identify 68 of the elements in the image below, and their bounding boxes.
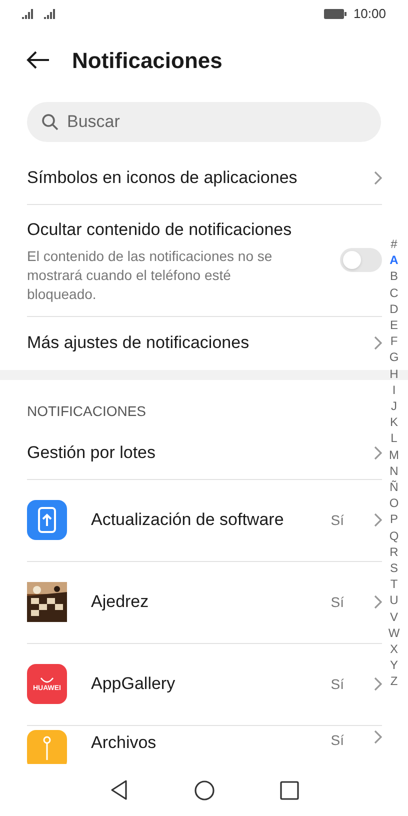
row-label: Gestión por lotes [27,442,156,464]
status-value: Sí [330,510,344,530]
index-letter[interactable]: F [390,333,398,350]
index-letter[interactable]: M [389,446,399,463]
chevron-icon [374,171,382,185]
index-letter[interactable]: K [390,414,398,430]
index-letter[interactable]: T [390,576,398,592]
index-letter[interactable]: R [390,544,398,560]
chevron-icon [374,513,382,527]
app-name: AppGallery [91,673,176,696]
chevron-icon [374,595,382,609]
chevron-icon [374,730,382,744]
index-letter[interactable]: L [390,430,398,447]
chevron-icon [374,446,382,460]
index-letter[interactable]: W [388,624,400,642]
index-letter[interactable]: G [389,349,399,366]
app-name: Actualización de software [91,509,285,532]
phone-update-icon [27,500,67,540]
chevron-icon [374,336,382,350]
index-letter[interactable]: Y [390,657,398,674]
index-letter[interactable]: P [390,511,398,528]
index-letter[interactable]: B [390,268,398,285]
index-letter[interactable]: Q [389,528,399,544]
row-description: El contenido de las notificaciones no se mostrará cuando el teléfono esté bloqueado. [27,246,274,304]
row-label: Más ajustes de notificaciones [27,332,250,354]
settings-row[interactable]: Ocultar contenido de notificaciones El contenido de las notificaciones no se mostrará cuando el teléfono esté bloqueado. [27,205,382,316]
index-letter[interactable]: D [390,300,398,318]
battery-icon [324,9,348,19]
index-letter[interactable]: Ñ [390,479,398,496]
index-letter[interactable]: E [390,317,398,334]
chevron-icon [374,677,382,691]
settings-row[interactable]: Más ajustes de notificaciones [27,316,382,370]
page-title: Notificaciones [72,46,222,74]
app-name: Archivos [91,732,158,754]
toggle-switch[interactable] [340,248,382,272]
status-value: Sí [330,674,344,694]
app-row[interactable]: Ajedrez Sí [27,562,382,644]
back-icon[interactable] [26,50,50,70]
back-nav-icon[interactable] [109,779,129,801]
index-letter[interactable]: J [391,398,397,414]
app-row[interactable]: Actualización de software Sí [27,480,382,562]
index-letter[interactable]: # [390,236,398,252]
status-time: 10:00 [353,5,386,24]
index-letter[interactable]: I [392,382,396,398]
index-letter[interactable]: C [390,284,398,301]
index-letter[interactable]: Z [390,673,398,690]
index-letter[interactable]: A [390,252,398,268]
section-title: NOTIFICACIONES [27,402,146,420]
app-name: Ajedrez [91,591,150,614]
row-label: Ocultar contenido de notificaciones [27,219,293,241]
index-letter[interactable]: H [390,366,398,382]
recents-nav-icon[interactable] [280,780,299,800]
index-letter[interactable]: X [390,641,398,658]
index-letter[interactable]: N [390,462,398,480]
settings-row[interactable]: Símbolos en iconos de aplicaciones [27,152,382,205]
index-letter[interactable]: S [390,560,398,576]
signal-icon [22,9,36,19]
index-letter[interactable]: V [390,608,398,625]
status-value: Sí [330,592,344,612]
index-letter[interactable]: U [390,592,398,609]
status-value: Sí [330,730,344,750]
search-icon [41,113,59,131]
signal-icon [44,9,58,19]
search-field[interactable]: Buscar [27,102,381,142]
row-label: Símbolos en iconos de aplicaciones [27,167,298,190]
index-letter[interactable]: O [389,495,399,512]
home-nav-icon[interactable] [194,780,215,800]
batch-row[interactable]: Gestión por lotes [27,428,382,480]
